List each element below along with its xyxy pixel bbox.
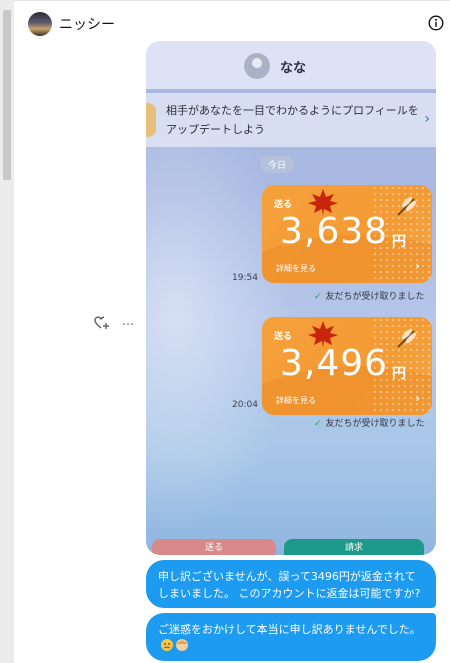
screenshot-request-button: 請求	[284, 539, 424, 555]
received-status: ✓ 友だちが受け取りました	[314, 419, 425, 429]
more-options-icon[interactable]: …	[122, 314, 135, 328]
crying-face-icon	[161, 639, 173, 651]
check-icon: ✓	[314, 419, 322, 429]
card-details-link: 詳細を見る	[276, 264, 316, 273]
message-bubble[interactable]: 申し訳ございませんが、誤って3496円が返金されてしまいました。 このアカウント…	[146, 560, 436, 608]
chevron-right-icon: ›	[415, 391, 420, 405]
screenshot-send-button: 送る	[152, 539, 276, 555]
left-scroll-rail[interactable]	[0, 0, 14, 663]
card-amount: 3,496	[280, 343, 389, 384]
card-currency: 円	[392, 234, 406, 250]
avatar[interactable]	[28, 12, 52, 36]
check-icon: ✓	[314, 292, 322, 302]
emoji-group	[160, 638, 190, 657]
message-time: 19:54	[232, 273, 258, 283]
card-amount: 3,638	[280, 211, 389, 252]
banner-avatar	[146, 103, 156, 137]
top-divider	[14, 0, 450, 1]
banner-text: 相手があなたを一目でわかるようにプロフィールをアップデートしよう	[166, 104, 419, 136]
attached-screenshot-image[interactable]: なな 相手があなたを一目でわかるようにプロフィールをアップデートしよう › 今日…	[146, 41, 436, 555]
transfer-card: 送る 3,496 円 詳細を見る ›	[262, 317, 432, 415]
chevron-right-icon: ›	[415, 259, 420, 273]
scrollbar-thumb[interactable]	[3, 10, 11, 180]
card-send-label: 送る	[274, 332, 293, 342]
transfer-card: 送る 3,638 円 詳細を見る ›	[262, 185, 432, 283]
dragonfly-icon	[397, 196, 417, 216]
screenshot-chat-header: なな	[146, 41, 436, 89]
info-icon[interactable]	[428, 15, 444, 31]
card-currency: 円	[392, 366, 406, 382]
received-status: ✓ 友だちが受け取りました	[314, 292, 425, 302]
message-bubble[interactable]: ご迷惑をおかけして本当に申し訳ありませんでした。	[146, 613, 436, 661]
card-send-label: 送る	[274, 200, 293, 210]
profile-update-banner: 相手があなたを一目でわかるようにプロフィールをアップデートしよう ›	[146, 93, 436, 147]
screenshot-bottom-buttons: 送る 請求	[146, 539, 436, 555]
message-text: ご迷惑をおかけして本当に申し訳ありませんでした。	[158, 623, 421, 636]
card-details-link: 詳細を見る	[276, 396, 316, 405]
message-time: 20:04	[232, 400, 258, 410]
chevron-right-icon: ›	[424, 111, 430, 127]
screenshot-contact-name: なな	[280, 61, 307, 76]
heart-plus-icon[interactable]	[94, 316, 110, 330]
conversation-header: ニッシー	[14, 2, 450, 46]
contact-name[interactable]: ニッシー	[59, 14, 115, 34]
date-pill: 今日	[260, 156, 295, 173]
message-text: 申し訳ございませんが、誤って3496円が返金されてしまいました。 このアカウント…	[158, 570, 421, 600]
dragonfly-icon	[397, 328, 417, 348]
screenshot-avatar	[244, 53, 270, 79]
